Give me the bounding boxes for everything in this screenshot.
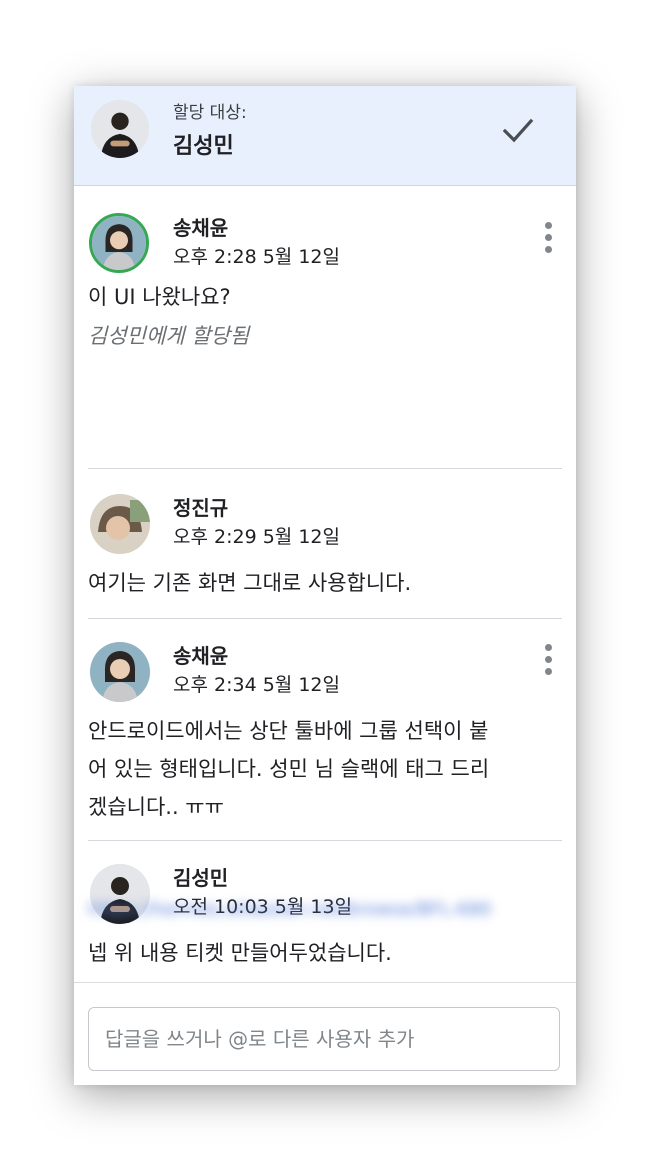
comment-text-line: 어 있는 형태입니다. 성민 님 슬랙에 태그 드리 <box>88 757 490 781</box>
comment-timestamp: 오후 2:28 5월 12일 <box>173 246 340 268</box>
check-icon[interactable] <box>498 110 538 150</box>
divider <box>88 840 562 841</box>
user-avatar <box>90 642 150 702</box>
comment-timestamp: 오후 2:29 5월 12일 <box>173 526 340 548</box>
reply-input[interactable] <box>88 1007 560 1071</box>
comment-text: 이 UI 나왔나요? <box>88 285 231 309</box>
reply-bar <box>74 982 576 1085</box>
assignee-avatar <box>91 100 149 158</box>
assignee-label: 할당 대상: <box>173 103 247 123</box>
comment-timestamp: 오후 2:34 5월 12일 <box>173 674 340 696</box>
comment-text: 안드로이드에서는 상단 툴바에 그룹 선택이 붙 어 있는 형태입니다. 성민 … <box>88 712 558 826</box>
comment-thread[interactable]: 송채윤 오후 2:28 5월 12일 이 UI 나왔나요? 김성민에게 할당됨 … <box>74 186 576 982</box>
comment-text: 여기는 기존 화면 그대로 사용합니다. <box>88 571 412 595</box>
assignee-header: 할당 대상: 김성민 <box>74 86 576 186</box>
comment-author: 송채윤 <box>173 216 229 240</box>
comment-card: 할당 대상: 김성민 송채윤 오후 2:28 5월 12일 이 UI 나왔나요? <box>74 86 576 1085</box>
comment-author: 송채윤 <box>173 644 229 668</box>
user-avatar <box>90 494 150 554</box>
more-vert-icon[interactable] <box>538 644 558 680</box>
comment-text-line: 안드로이드에서는 상단 툴바에 그룹 선택이 붙 <box>88 719 489 743</box>
comment-author: 김성민 <box>173 866 229 890</box>
divider <box>88 468 562 469</box>
assignee-name: 김성민 <box>173 134 234 159</box>
ticket-link[interactable]: https://hermes.atlassian.net/browse/BFL-… <box>88 892 558 968</box>
divider <box>88 618 562 619</box>
comment-text-line: 겠습니다.. ㅠㅠ <box>88 795 224 819</box>
more-vert-icon[interactable] <box>538 222 558 258</box>
comment-author: 정진규 <box>173 496 229 520</box>
user-avatar <box>89 213 149 273</box>
assignment-note: 김성민에게 할당됨 <box>88 324 250 348</box>
